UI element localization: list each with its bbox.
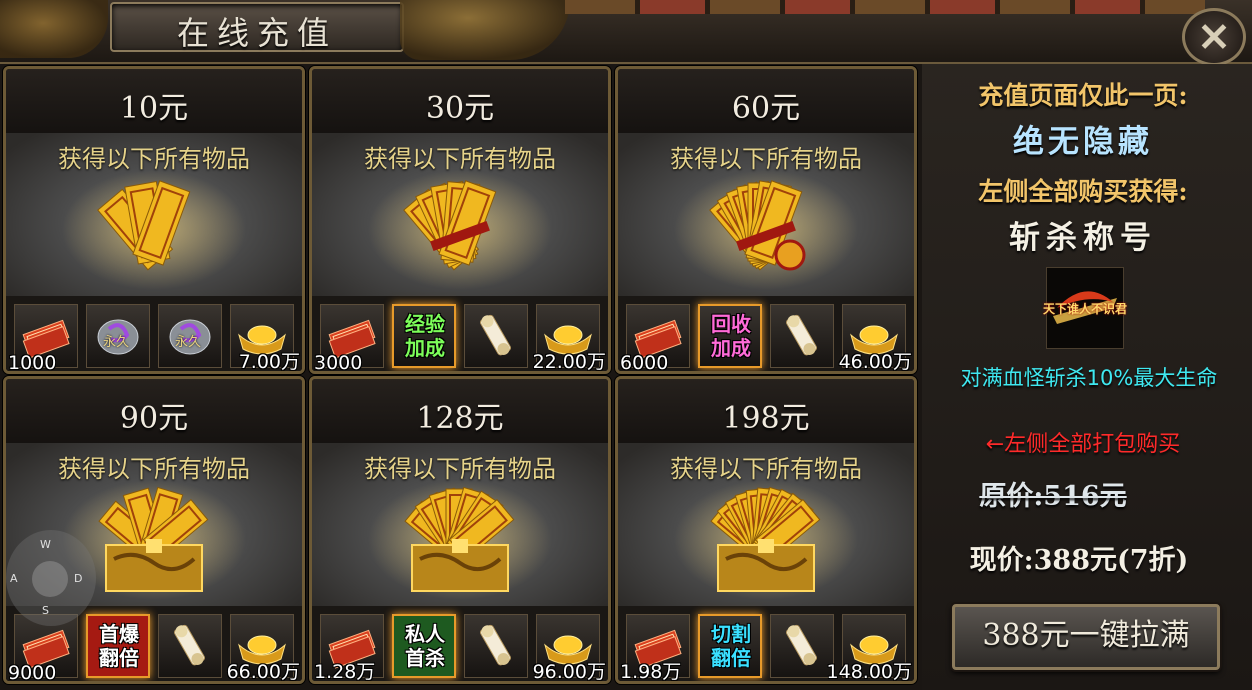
page-title: 在线充值	[176, 14, 337, 52]
dragon-ornament-right	[400, 0, 570, 60]
item-slot[interactable]: 首爆 翻倍	[86, 614, 150, 678]
panel-line-title-name: 斩杀称号	[1009, 220, 1157, 256]
treasure-chest-icon	[710, 486, 821, 592]
item-count-right: 66.00万	[226, 661, 300, 683]
item-count-right: 22.00万	[532, 351, 606, 373]
buff-tag-label: 私人 首杀	[405, 622, 445, 670]
item-slot[interactable]	[464, 304, 528, 368]
buff-tag-label: 回收 加成	[711, 312, 751, 360]
item-count-left: 1.98万	[620, 661, 682, 683]
bundle-note: ←左侧全部打包购买	[985, 432, 1181, 457]
treasure-icon	[403, 180, 497, 271]
top-bar: 在线充值	[0, 0, 1252, 66]
card-items-row: 经验 加成 3000 22.00万	[312, 296, 608, 371]
item-slot[interactable]	[158, 614, 222, 678]
joystick-key-left: A	[10, 572, 18, 585]
buff-tag-label: 经验 加成	[405, 312, 445, 360]
joystick-key-right: D	[74, 572, 83, 585]
joystick-key-up: W	[40, 538, 51, 551]
title-plate: 在线充值	[110, 2, 404, 52]
item-count-right: 7.00万	[238, 351, 300, 373]
recharge-card-2[interactable]: 60元 获得以下所有物品 回收 加成 6000 46.00万	[615, 66, 917, 374]
dragon-ornament-left	[0, 0, 108, 58]
character-portrait-strip	[565, 0, 1205, 14]
item-count-right: 46.00万	[838, 351, 912, 373]
panel-line-only-page: 充值页面仅此一页:	[978, 81, 1188, 110]
card-price: 90元	[119, 401, 189, 436]
permanent-label: 永久	[103, 335, 130, 350]
recharge-card-0[interactable]: 10元 获得以下所有物品 永久 永久 1000 7.00万	[3, 66, 305, 374]
panel-line-buy-all: 左侧全部购买获得:	[978, 177, 1188, 206]
close-button[interactable]	[1182, 8, 1246, 66]
item-count-left: 9000	[8, 662, 57, 684]
title-effect-text: 对满血怪斩杀10%最大生命	[960, 366, 1218, 390]
treasure-chest-icon	[404, 486, 515, 592]
item-slot[interactable]: 永久	[158, 304, 222, 368]
item-slot[interactable]	[770, 304, 834, 368]
title-badge-text: 天下谁人不识君	[1042, 302, 1127, 316]
item-count-left: 6000	[620, 352, 669, 374]
joystick-key-down: S	[42, 604, 49, 617]
card-items-row: 切割 翻倍 1.98万 148.00万	[618, 606, 914, 681]
recharge-card-1[interactable]: 30元 获得以下所有物品 经验 加成 3000 22.00万	[309, 66, 611, 374]
buff-tag-label: 首爆 翻倍	[99, 622, 139, 670]
bundle-panel: 充值页面仅此一页: 绝无隐藏 左侧全部购买获得: 斩杀称号 天下谁人不识君 对满…	[922, 64, 1252, 690]
card-items-row: 永久 永久 1000 7.00万	[6, 296, 302, 371]
panel-line-no-hidden: 绝无隐藏	[1013, 124, 1153, 160]
item-slot[interactable]: 切割 翻倍	[698, 614, 762, 678]
item-slot[interactable]	[464, 614, 528, 678]
recharge-card-5[interactable]: 198元 获得以下所有物品 切割 翻倍 1.98万 148.00万	[615, 376, 917, 684]
card-price: 60元	[731, 91, 801, 126]
buy-all-button[interactable]: 388元一键拉满	[952, 604, 1220, 670]
treasure-icon	[97, 180, 191, 271]
item-slot[interactable]: 经验 加成	[392, 304, 456, 368]
treasure-chest-icon	[98, 486, 209, 592]
card-price: 128元	[416, 401, 504, 436]
virtual-joystick[interactable]: W A D S	[6, 530, 96, 626]
card-price: 30元	[425, 91, 495, 126]
title-badge: 天下谁人不识君	[1043, 267, 1127, 349]
original-price: 原价:516元	[979, 481, 1127, 512]
item-count-right: 96.00万	[532, 661, 606, 683]
item-count-left: 3000	[314, 352, 363, 374]
card-price: 10元	[119, 91, 189, 126]
item-slot[interactable]: 回收 加成	[698, 304, 762, 368]
item-count-left: 1.28万	[314, 661, 376, 683]
card-items-row: 私人 首杀 1.28万 96.00万	[312, 606, 608, 681]
joystick-knob[interactable]	[32, 561, 68, 597]
item-count-left: 1000	[8, 352, 57, 374]
current-price: 现价:388元(7折)	[969, 545, 1189, 576]
item-slot[interactable]	[770, 614, 834, 678]
treasure-icon	[709, 180, 806, 271]
permanent-label: 永久	[175, 335, 202, 350]
item-count-right: 148.00万	[826, 661, 912, 683]
card-items-row: 回收 加成 6000 46.00万	[618, 296, 914, 371]
item-slot[interactable]: 永久	[86, 304, 150, 368]
recharge-card-4[interactable]: 128元 获得以下所有物品 私人 首杀 1.28万 96.00万	[309, 376, 611, 684]
buff-tag-label: 切割 翻倍	[711, 622, 751, 670]
card-price: 198元	[722, 401, 810, 436]
item-slot[interactable]: 私人 首杀	[392, 614, 456, 678]
